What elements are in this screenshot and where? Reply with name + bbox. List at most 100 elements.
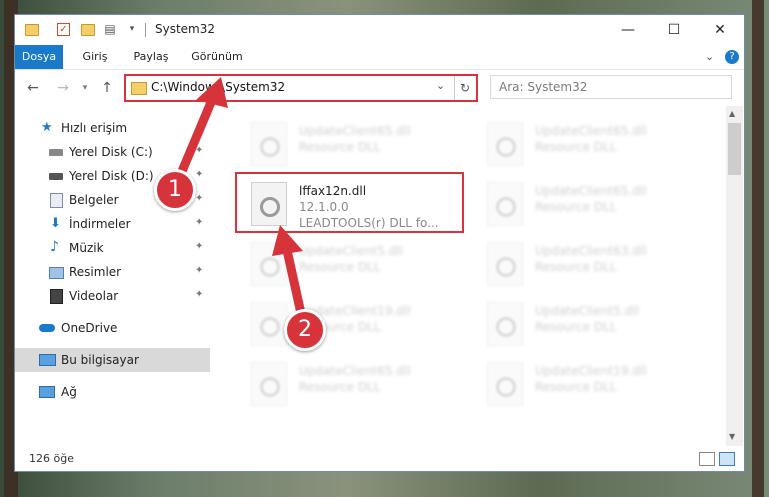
sidebar-item-music[interactable]: ♪ Müzik ✦ (15, 236, 210, 260)
sidebar-item-label: İndirmeler (69, 217, 131, 231)
sidebar-item-label: Bu bilgisayar (61, 353, 139, 367)
sidebar-item-label: Müzik (69, 241, 104, 255)
address-path[interactable]: C:\Windows\System32 (151, 80, 285, 94)
file-name: UpdateClient63.dll (535, 244, 647, 258)
maximize-button[interactable]: ☐ (651, 15, 697, 45)
network-icon (39, 386, 55, 398)
ribbon: Dosya Giriş Paylaş Görünüm ⌄ ? (15, 45, 744, 70)
scroll-thumb[interactable] (728, 123, 741, 175)
sidebar-item-this-pc[interactable]: Bu bilgisayar (15, 348, 210, 372)
file-type: Resource DLL (535, 380, 617, 394)
search-input[interactable]: Ara: System32 (490, 75, 732, 99)
pin-icon[interactable]: ✦ (195, 145, 203, 156)
computer-icon (39, 354, 56, 366)
window-title: System32 (155, 22, 216, 36)
sidebar-item-onedrive[interactable]: OneDrive (15, 316, 210, 340)
refresh-icon[interactable]: ↻ (454, 76, 475, 100)
pin-icon[interactable]: ✦ (195, 169, 203, 180)
recent-dropdown-icon[interactable]: ▾ (77, 80, 93, 96)
customize-icon[interactable]: ▤ (103, 22, 117, 36)
up-arrow-icon[interactable]: ↑ (99, 80, 115, 96)
list-item[interactable]: UpdateClient5.dll Resource DLL (477, 296, 692, 356)
list-item[interactable]: UpdateClient19.dll Resource DLL (241, 296, 456, 356)
dll-file-icon (251, 362, 287, 406)
details-view-icon[interactable] (699, 452, 715, 466)
target-file-highlight (235, 172, 464, 233)
sidebar-item-quick-access[interactable]: ★ Hızlı erişim (15, 116, 210, 140)
pin-icon[interactable]: ✦ (195, 241, 203, 252)
file-type: Resource DLL (535, 260, 617, 274)
sidebar-item-disk-c[interactable]: Yerel Disk (C:) ✦ (15, 140, 210, 164)
music-icon: ♪ (50, 239, 59, 255)
vertical-scrollbar[interactable]: ▲ ▼ (726, 106, 743, 446)
list-item[interactable]: UpdateClient63.dll Resource DLL (477, 236, 692, 296)
navigation-pane: ★ Hızlı erişim Yerel Disk (C:) ✦ Yerel D… (15, 106, 210, 446)
sidebar-item-downloads[interactable]: ⬇ İndirmeler ✦ (15, 212, 210, 236)
properties-icon[interactable]: ✓ (57, 23, 70, 36)
file-name: UpdateClient65.dll (535, 184, 647, 198)
drive-icon (49, 149, 63, 156)
pictures-icon (49, 267, 64, 279)
list-item[interactable]: UpdateClient19.dll Resource DLL (477, 356, 692, 416)
sidebar-item-videos[interactable]: Videolar ✦ (15, 284, 210, 308)
item-count: 126 öğe (29, 452, 74, 465)
tab-paylas[interactable]: Paylaş (127, 45, 175, 69)
file-type: Resource DLL (535, 200, 617, 214)
dll-file-icon (487, 182, 523, 226)
sidebar-item-label: Yerel Disk (C:) (69, 145, 153, 159)
scroll-down-icon[interactable]: ▼ (729, 432, 735, 441)
sidebar-item-label: Videolar (69, 289, 119, 303)
back-arrow-icon[interactable]: ← (25, 80, 41, 96)
dll-file-icon (487, 122, 523, 166)
sidebar-item-label: Resimler (69, 265, 122, 279)
video-icon (50, 289, 63, 304)
file-type: Resource DLL (299, 260, 381, 274)
file-name: UpdateClient5.dll (299, 244, 403, 258)
close-button[interactable]: ✕ (697, 15, 743, 45)
pin-icon[interactable]: ✦ (195, 265, 203, 276)
sidebar-item-pictures[interactable]: Resimler ✦ (15, 260, 210, 284)
file-type: Resource DLL (535, 140, 617, 154)
file-name: UpdateClient19.dll (535, 364, 647, 378)
tab-giris[interactable]: Giriş (75, 45, 115, 69)
pin-icon[interactable]: ✦ (195, 193, 203, 204)
sidebar-item-network[interactable]: Ağ (15, 380, 210, 404)
sidebar-item-label: Belgeler (69, 193, 119, 207)
address-dropdown-icon[interactable]: ⌄ (436, 79, 445, 92)
explorer-window: ✓ ▤ ▾ System32 — ☐ ✕ Dosya Giriş Paylaş … (15, 15, 744, 471)
dll-file-icon (487, 242, 523, 286)
title-separator (145, 23, 146, 37)
file-name: UpdateClient65.dll (299, 364, 411, 378)
help-icon[interactable]: ? (725, 50, 739, 64)
large-icons-view-icon[interactable] (719, 452, 735, 466)
quick-access-dropdown-icon[interactable]: ▾ (125, 22, 139, 36)
list-item[interactable]: UpdateClient65.dll Resource DLL (477, 116, 692, 176)
list-item[interactable]: UpdateClient65.dll Resource DLL (241, 116, 456, 176)
pin-icon[interactable]: ✦ (195, 217, 203, 228)
drive-icon (49, 173, 63, 180)
list-item[interactable]: UpdateClient5.dll Resource DLL (241, 236, 456, 296)
file-type: Resource DLL (299, 140, 381, 154)
sidebar-item-label: Ağ (61, 385, 77, 399)
search-placeholder: Ara: System32 (499, 80, 588, 94)
step-badge-2: 2 (284, 309, 326, 351)
file-name: UpdateClient65.dll (535, 124, 647, 138)
navigation-bar: ← → ▾ ↑ C:\Windows\System32 ⌄ ↻ Ara: Sys… (15, 70, 744, 106)
list-item[interactable]: UpdateClient65.dll Resource DLL (241, 356, 456, 416)
tab-gorunum[interactable]: Görünüm (187, 45, 247, 69)
tab-dosya[interactable]: Dosya (15, 45, 63, 69)
address-bar[interactable]: C:\Windows\System32 ⌄ ↻ (124, 74, 478, 102)
folder-icon[interactable] (25, 24, 39, 36)
background-tree (752, 0, 764, 497)
file-type: Resource DLL (299, 380, 381, 394)
ribbon-expand-icon[interactable]: ⌄ (705, 50, 714, 63)
step-badge-1: 1 (154, 169, 196, 211)
new-folder-icon[interactable] (81, 24, 95, 36)
cloud-icon (39, 324, 55, 332)
list-item[interactable]: UpdateClient65.dll Resource DLL (477, 176, 692, 236)
download-icon: ⬇ (50, 216, 61, 231)
forward-arrow-icon[interactable]: → (55, 80, 71, 96)
pin-icon[interactable]: ✦ (195, 289, 203, 300)
scroll-up-icon[interactable]: ▲ (729, 109, 735, 118)
minimize-button[interactable]: — (605, 15, 651, 45)
